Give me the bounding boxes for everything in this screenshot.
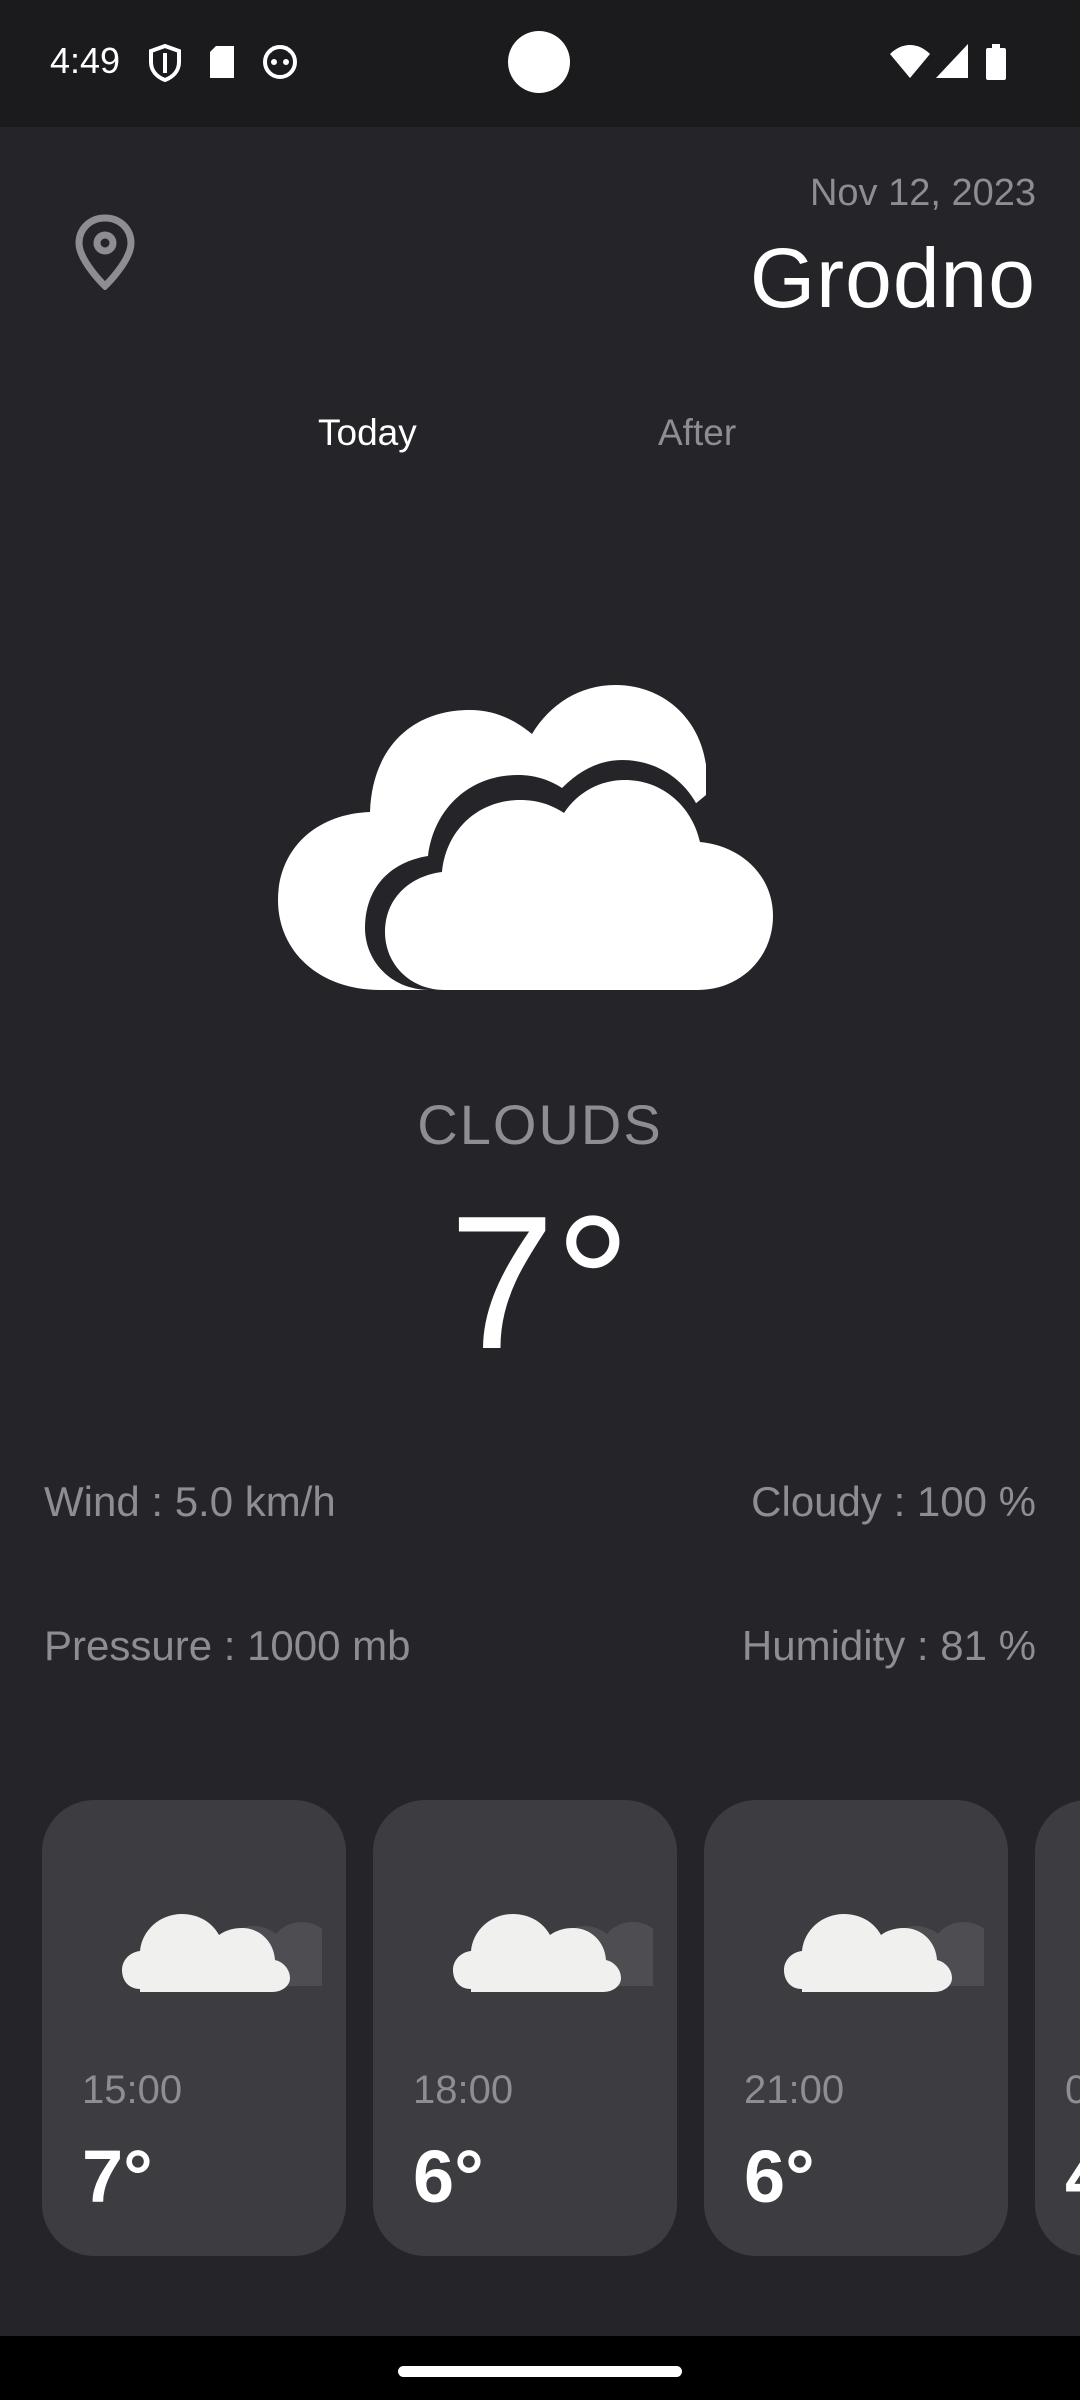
condition-label: CLOUDS [417,1093,663,1156]
forecast-card[interactable]: 0 4 [1035,1800,1080,2256]
forecast-time: 18:00 [413,2068,514,2112]
signal-icon [936,44,968,78]
clouds-icon [278,685,782,992]
forecast-card[interactable]: 21:00 6° [704,1800,1008,2256]
wifi-icon [890,45,930,78]
forecast-time: 0 [1065,2068,1080,2112]
forecast-card[interactable]: 18:00 6° [373,1800,677,2256]
battery-icon [986,44,1006,80]
date-label: Nov 12, 2023 [809,172,1036,214]
forecast-time: 15:00 [82,2068,183,2112]
forecast-temperature: 6° [413,2135,484,2218]
city-name: Grodno [749,231,1036,325]
forecast-temperature: 4 [1065,2134,1080,2219]
pressure-label: Pressure : 1000 mb [44,1622,411,1669]
cloudy-label: Cloudy : 100 % [751,1478,1036,1525]
tab-after[interactable]: After [658,412,736,454]
wind-label: Wind : 5.0 km/h [44,1478,336,1525]
shield-icon [149,44,181,82]
home-indicator[interactable] [398,2366,682,2377]
status-time: 4:49 [50,40,121,81]
humidity-label: Humidity : 81 % [741,1622,1036,1669]
status-bar: 4:49 [0,0,1080,127]
robot-icon [263,45,297,79]
forecast-list[interactable]: 15:00 7° 18:00 6° 21:00 6° 0 4 [42,1800,1080,2256]
map-pin-icon[interactable] [74,214,136,290]
forecast-card[interactable]: 15:00 7° [42,1800,346,2256]
forecast-temperature: 7° [82,2135,153,2218]
clouds-icon [784,1914,984,1992]
clouds-icon [453,1914,653,1992]
current-temperature: 7° [449,1177,631,1389]
front-camera [508,31,570,93]
forecast-time: 21:00 [744,2068,845,2112]
sd-card-icon [210,46,234,78]
forecast-temperature: 6° [744,2135,815,2218]
clouds-icon [122,1914,322,1992]
tab-today[interactable]: Today [318,412,417,454]
